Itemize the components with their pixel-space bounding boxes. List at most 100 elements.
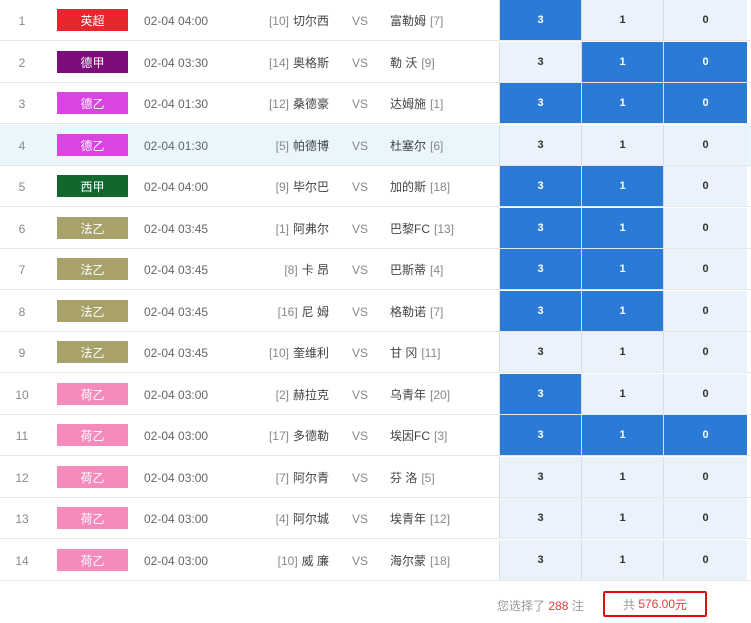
league-badge: 法乙 — [57, 217, 128, 239]
home-team-name: 卡 昂 — [301, 263, 329, 277]
odds-lose-button[interactable]: 0 — [663, 125, 747, 165]
odds-draw-button[interactable]: 1 — [581, 540, 663, 580]
league-badge: 荷乙 — [57, 466, 128, 488]
match-row: 10 荷乙 02-04 03:00 [2] 赫拉克 VS 乌青年 [20] 3 1 0 — [0, 374, 751, 415]
away-rank: [3] — [434, 428, 448, 443]
odds-lose-button[interactable]: 0 — [663, 208, 747, 248]
match-time: 02-04 03:00 — [144, 511, 209, 526]
row-number: 5 — [18, 179, 26, 194]
odds-draw-button[interactable]: 1 — [581, 291, 663, 331]
odds-win-button[interactable]: 3 — [499, 166, 581, 206]
odds-draw-button[interactable]: 1 — [581, 0, 663, 40]
vs-label: VS — [351, 553, 368, 568]
home-team-name: 桑德豪 — [292, 97, 329, 111]
odds-draw-button[interactable]: 1 — [581, 415, 663, 455]
league-badge: 西甲 — [57, 175, 128, 197]
odds-lose-button[interactable]: 0 — [663, 249, 747, 289]
match-time: 02-04 04:00 — [144, 13, 209, 28]
odds-lose-button[interactable]: 0 — [663, 415, 747, 455]
vs-label: VS — [351, 511, 368, 526]
away-rank: [20] — [430, 387, 451, 402]
odds-win-button[interactable]: 3 — [499, 498, 581, 538]
home-team: [10] 威 廉 — [244, 540, 329, 581]
odds-win-button[interactable]: 3 — [499, 374, 581, 414]
vs-label: VS — [351, 13, 368, 28]
odds-draw-button[interactable]: 1 — [581, 125, 663, 165]
odds-win-button[interactable]: 3 — [499, 332, 581, 372]
odds-draw-button[interactable]: 1 — [581, 166, 663, 206]
away-rank: [18] — [430, 179, 451, 194]
away-team: 达姆施 [1] — [390, 83, 495, 124]
odds-win-button[interactable]: 3 — [499, 208, 581, 248]
home-team: [10] 切尔西 — [244, 0, 329, 41]
home-team-name: 尼 姆 — [301, 305, 329, 319]
home-rank: [8] — [284, 262, 298, 277]
odds-win-button[interactable]: 3 — [499, 291, 581, 331]
odds-lose-button[interactable]: 0 — [663, 540, 747, 580]
away-team: 芬 洛 [5] — [390, 457, 495, 498]
away-team-name: 芬 洛 — [390, 471, 418, 485]
odds-lose-button[interactable]: 0 — [663, 332, 747, 372]
vs-label: VS — [351, 470, 368, 485]
row-number: 8 — [18, 304, 26, 319]
odds-win-button[interactable]: 3 — [499, 125, 581, 165]
match-row: 12 荷乙 02-04 03:00 [7] 阿尔青 VS 芬 洛 [5] 3 1 0 — [0, 457, 751, 498]
odds-win-button[interactable]: 3 — [499, 457, 581, 497]
match-time: 02-04 03:45 — [144, 304, 209, 319]
away-team-name: 乌青年 — [390, 388, 427, 402]
odds-win-button[interactable]: 3 — [499, 540, 581, 580]
league-badge: 荷乙 — [57, 549, 128, 571]
odds-lose-button[interactable]: 0 — [663, 0, 747, 40]
match-row: 7 法乙 02-04 03:45 [8] 卡 昂 VS 巴斯蒂 [4] 3 1 0 — [0, 249, 751, 290]
odds-draw-button[interactable]: 1 — [581, 208, 663, 248]
away-team: 巴斯蒂 [4] — [390, 249, 495, 290]
home-rank: [7] — [275, 470, 289, 485]
odds-lose-button[interactable]: 0 — [663, 291, 747, 331]
odds-draw-button[interactable]: 1 — [581, 83, 663, 123]
home-rank: [9] — [275, 179, 289, 194]
match-time: 02-04 03:45 — [144, 221, 209, 236]
odds-win-button[interactable]: 3 — [499, 83, 581, 123]
home-team: [14] 奥格斯 — [244, 42, 329, 83]
row-number: 11 — [15, 428, 29, 443]
odds-draw-button[interactable]: 1 — [581, 332, 663, 372]
away-rank: [1] — [430, 96, 444, 111]
odds-lose-button[interactable]: 0 — [663, 42, 747, 82]
row-number: 6 — [18, 221, 26, 236]
odds-win-button[interactable]: 3 — [499, 42, 581, 82]
odds-draw-button[interactable]: 1 — [581, 42, 663, 82]
home-team-name: 毕尔巴 — [292, 180, 329, 194]
away-team-name: 埃因FC — [390, 429, 430, 443]
odds-draw-button[interactable]: 1 — [581, 249, 663, 289]
odds-win-button[interactable]: 3 — [499, 415, 581, 455]
vs-label: VS — [351, 387, 368, 402]
odds-lose-button[interactable]: 0 — [663, 166, 747, 206]
home-rank: [16] — [277, 304, 298, 319]
away-rank: [9] — [421, 55, 435, 70]
league-badge: 德甲 — [57, 51, 128, 73]
odds-lose-button[interactable]: 0 — [663, 83, 747, 123]
vs-label: VS — [351, 345, 368, 360]
home-team-name: 阿弗尔 — [292, 222, 329, 236]
league-badge: 荷乙 — [57, 424, 128, 446]
odds-lose-button[interactable]: 0 — [663, 374, 747, 414]
away-rank: [7] — [430, 304, 444, 319]
vs-label: VS — [351, 304, 368, 319]
odds-draw-button[interactable]: 1 — [581, 374, 663, 414]
odds-win-button[interactable]: 3 — [499, 249, 581, 289]
odds-lose-button[interactable]: 0 — [663, 457, 747, 497]
row-number: 3 — [18, 96, 26, 111]
total-amount: 576.00 — [638, 597, 676, 611]
row-number: 10 — [15, 387, 29, 402]
league-badge: 荷乙 — [57, 383, 128, 405]
odds-draw-button[interactable]: 1 — [581, 498, 663, 538]
odds-lose-button[interactable]: 0 — [663, 498, 747, 538]
vs-label: VS — [351, 179, 368, 194]
away-rank: [5] — [421, 470, 435, 485]
odds-draw-button[interactable]: 1 — [581, 457, 663, 497]
odds-win-button[interactable]: 3 — [499, 0, 581, 40]
away-rank: [4] — [430, 262, 444, 277]
match-row: 11 荷乙 02-04 03:00 [17] 多德勒 VS 埃因FC [3] 3 1 0 — [0, 415, 751, 456]
home-team: [9] 毕尔巴 — [244, 166, 329, 207]
away-team-name: 达姆施 — [390, 97, 427, 111]
